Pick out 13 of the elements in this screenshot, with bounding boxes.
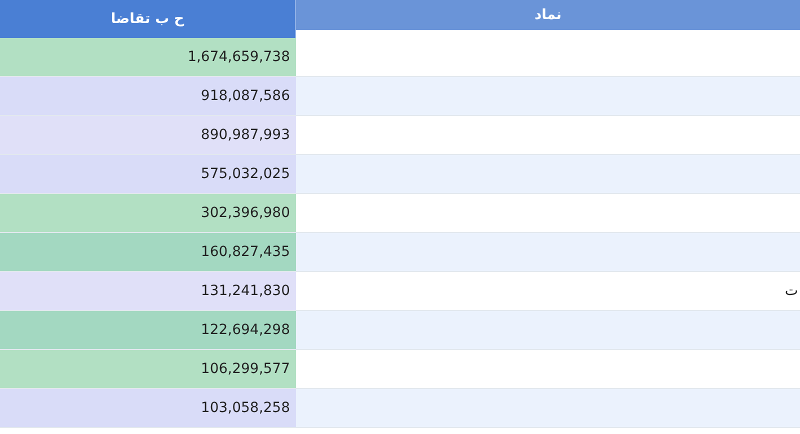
- table-cell: 890,987,993: [0, 116, 296, 154]
- table-cell: 575,032,025: [0, 155, 296, 193]
- table-cell: 160,827,435: [0, 233, 296, 271]
- column-header: نماد: [296, 0, 800, 30]
- table-cell: 106,299,577: [0, 350, 296, 388]
- table-cell: 302,396,980: [0, 194, 296, 232]
- table-cell-text: ت: [784, 282, 798, 300]
- table-cell: 103,058,258: [0, 389, 296, 427]
- column-header: ح ب تقاضا: [0, 0, 296, 38]
- table-cell: 122,694,298: [0, 311, 296, 349]
- table-cell: 131,241,830: [0, 272, 296, 310]
- table-cell: 1,674,659,738: [0, 38, 296, 76]
- table-cell: 918,087,586: [0, 77, 296, 115]
